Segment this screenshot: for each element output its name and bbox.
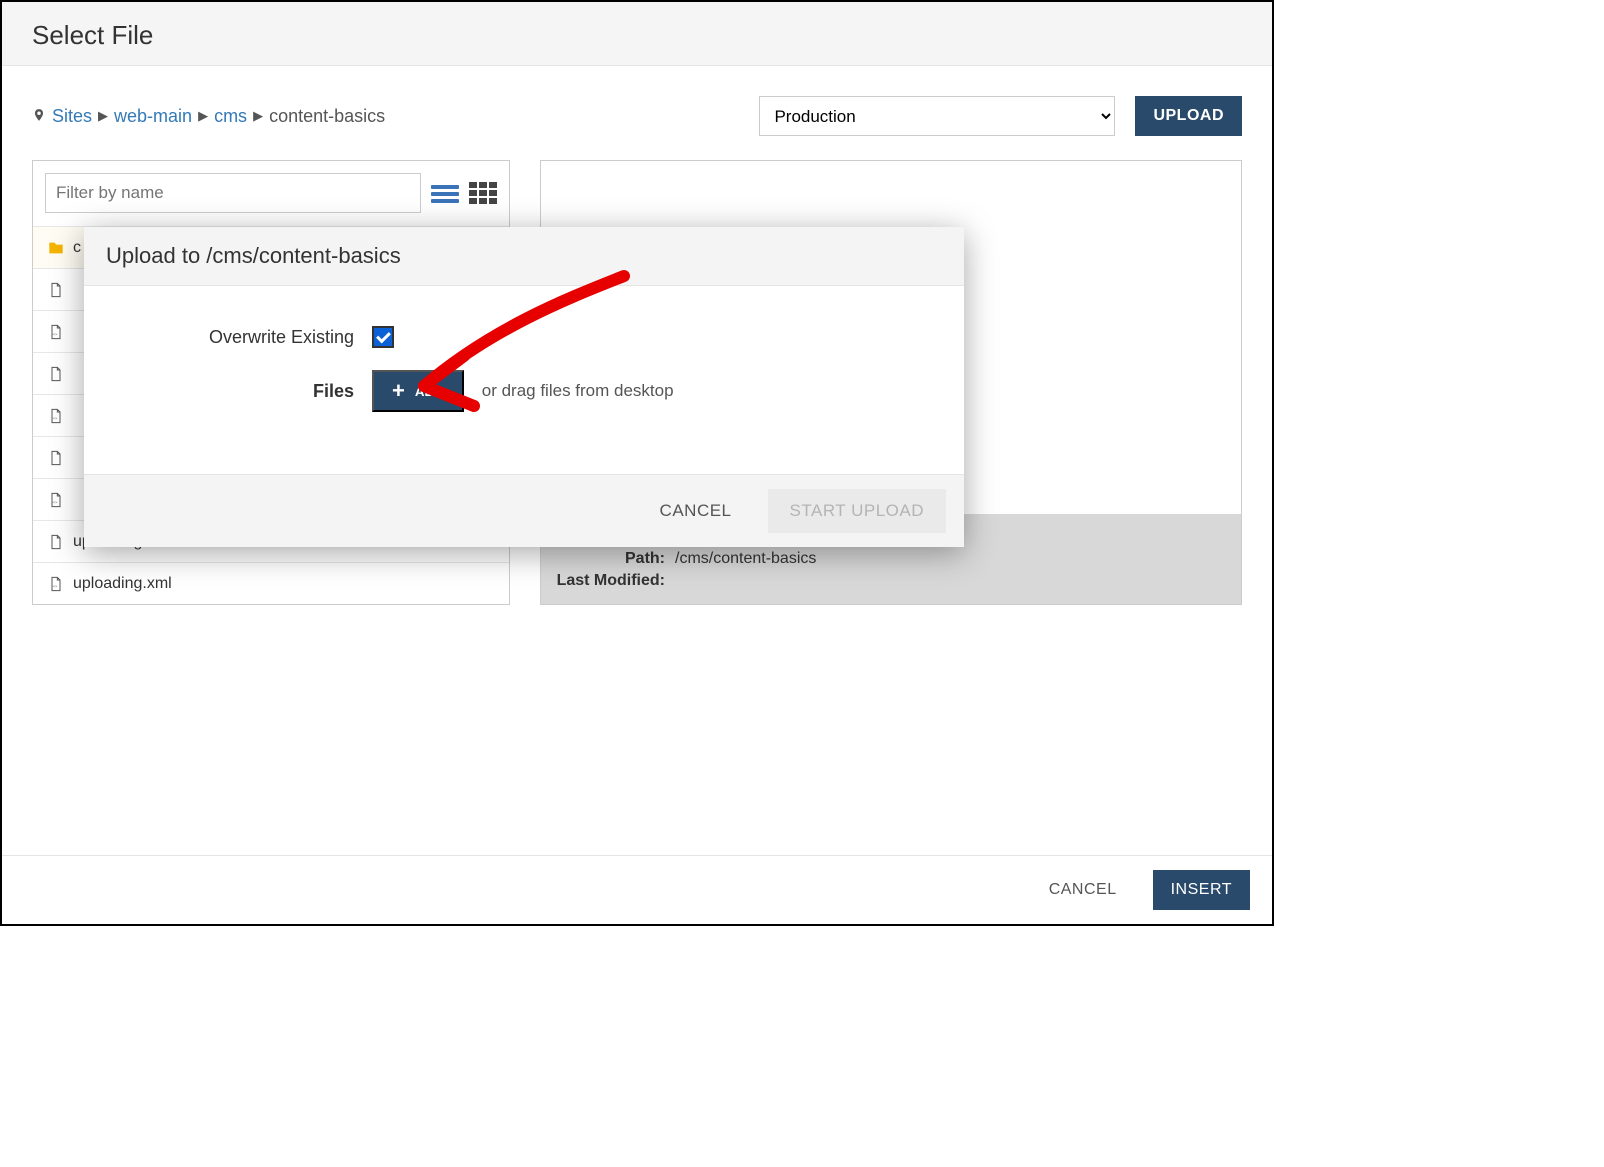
file-icon: <> <box>47 492 65 508</box>
file-icon <box>47 450 65 466</box>
insert-button[interactable]: INSERT <box>1153 870 1250 910</box>
svg-text:<>: <> <box>53 583 58 588</box>
details-label-last-modified: Last Modified: <box>555 572 665 590</box>
upload-modal-title: Upload to /cms/content-basics <box>84 227 964 286</box>
environment-select[interactable]: Production <box>759 96 1115 136</box>
breadcrumb-link-sites[interactable]: Sites <box>52 106 92 127</box>
details-value-path: /cms/content-basics <box>675 550 816 568</box>
dialog-header: Select File <box>2 2 1272 66</box>
start-upload-button[interactable]: START UPLOAD <box>768 489 946 533</box>
list-view-icon[interactable] <box>431 182 459 204</box>
list-item[interactable]: <> uploading.xml <box>33 562 509 604</box>
file-icon <box>47 366 65 382</box>
upload-modal: Upload to /cms/content-basics Overwrite … <box>84 227 964 547</box>
chevron-right-icon: ▶ <box>253 108 263 124</box>
dialog-title: Select File <box>32 20 1242 51</box>
annotation-arrow-icon <box>364 266 664 446</box>
add-button-label: ADD <box>415 384 444 399</box>
file-icon <box>47 282 65 298</box>
breadcrumb-current: content-basics <box>269 106 385 127</box>
chevron-right-icon: ▶ <box>198 108 208 124</box>
breadcrumb-link-web-main[interactable]: web-main <box>114 106 192 127</box>
drag-hint: or drag files from desktop <box>482 381 674 401</box>
dialog-footer: CANCEL INSERT <box>2 855 1272 924</box>
folder-icon <box>47 240 65 256</box>
svg-text:<>: <> <box>53 331 58 336</box>
upload-button[interactable]: UPLOAD <box>1135 96 1242 136</box>
file-icon <box>47 534 65 550</box>
list-item-label: uploading.xml <box>73 575 172 593</box>
svg-text:<>: <> <box>53 499 58 504</box>
file-icon: <> <box>47 576 65 592</box>
list-item-label: c <box>73 239 81 257</box>
details-label-path: Path: <box>555 550 665 568</box>
grid-view-icon[interactable] <box>469 182 497 204</box>
svg-text:<>: <> <box>53 415 58 420</box>
add-files-button[interactable]: + ADD <box>372 370 464 412</box>
upload-cancel-button[interactable]: CANCEL <box>642 489 750 533</box>
files-label: Files <box>114 381 354 402</box>
breadcrumb-link-cms[interactable]: cms <box>214 106 247 127</box>
chevron-right-icon: ▶ <box>98 108 108 124</box>
overwrite-label: Overwrite Existing <box>114 327 354 348</box>
location-pin-icon <box>32 106 46 127</box>
file-icon: <> <box>47 408 65 424</box>
cancel-button[interactable]: CANCEL <box>1031 870 1135 910</box>
overwrite-checkbox[interactable] <box>372 326 394 348</box>
breadcrumb: Sites ▶ web-main ▶ cms ▶ content-basics <box>32 106 739 127</box>
file-icon: <> <box>47 324 65 340</box>
filter-input[interactable] <box>45 173 421 213</box>
